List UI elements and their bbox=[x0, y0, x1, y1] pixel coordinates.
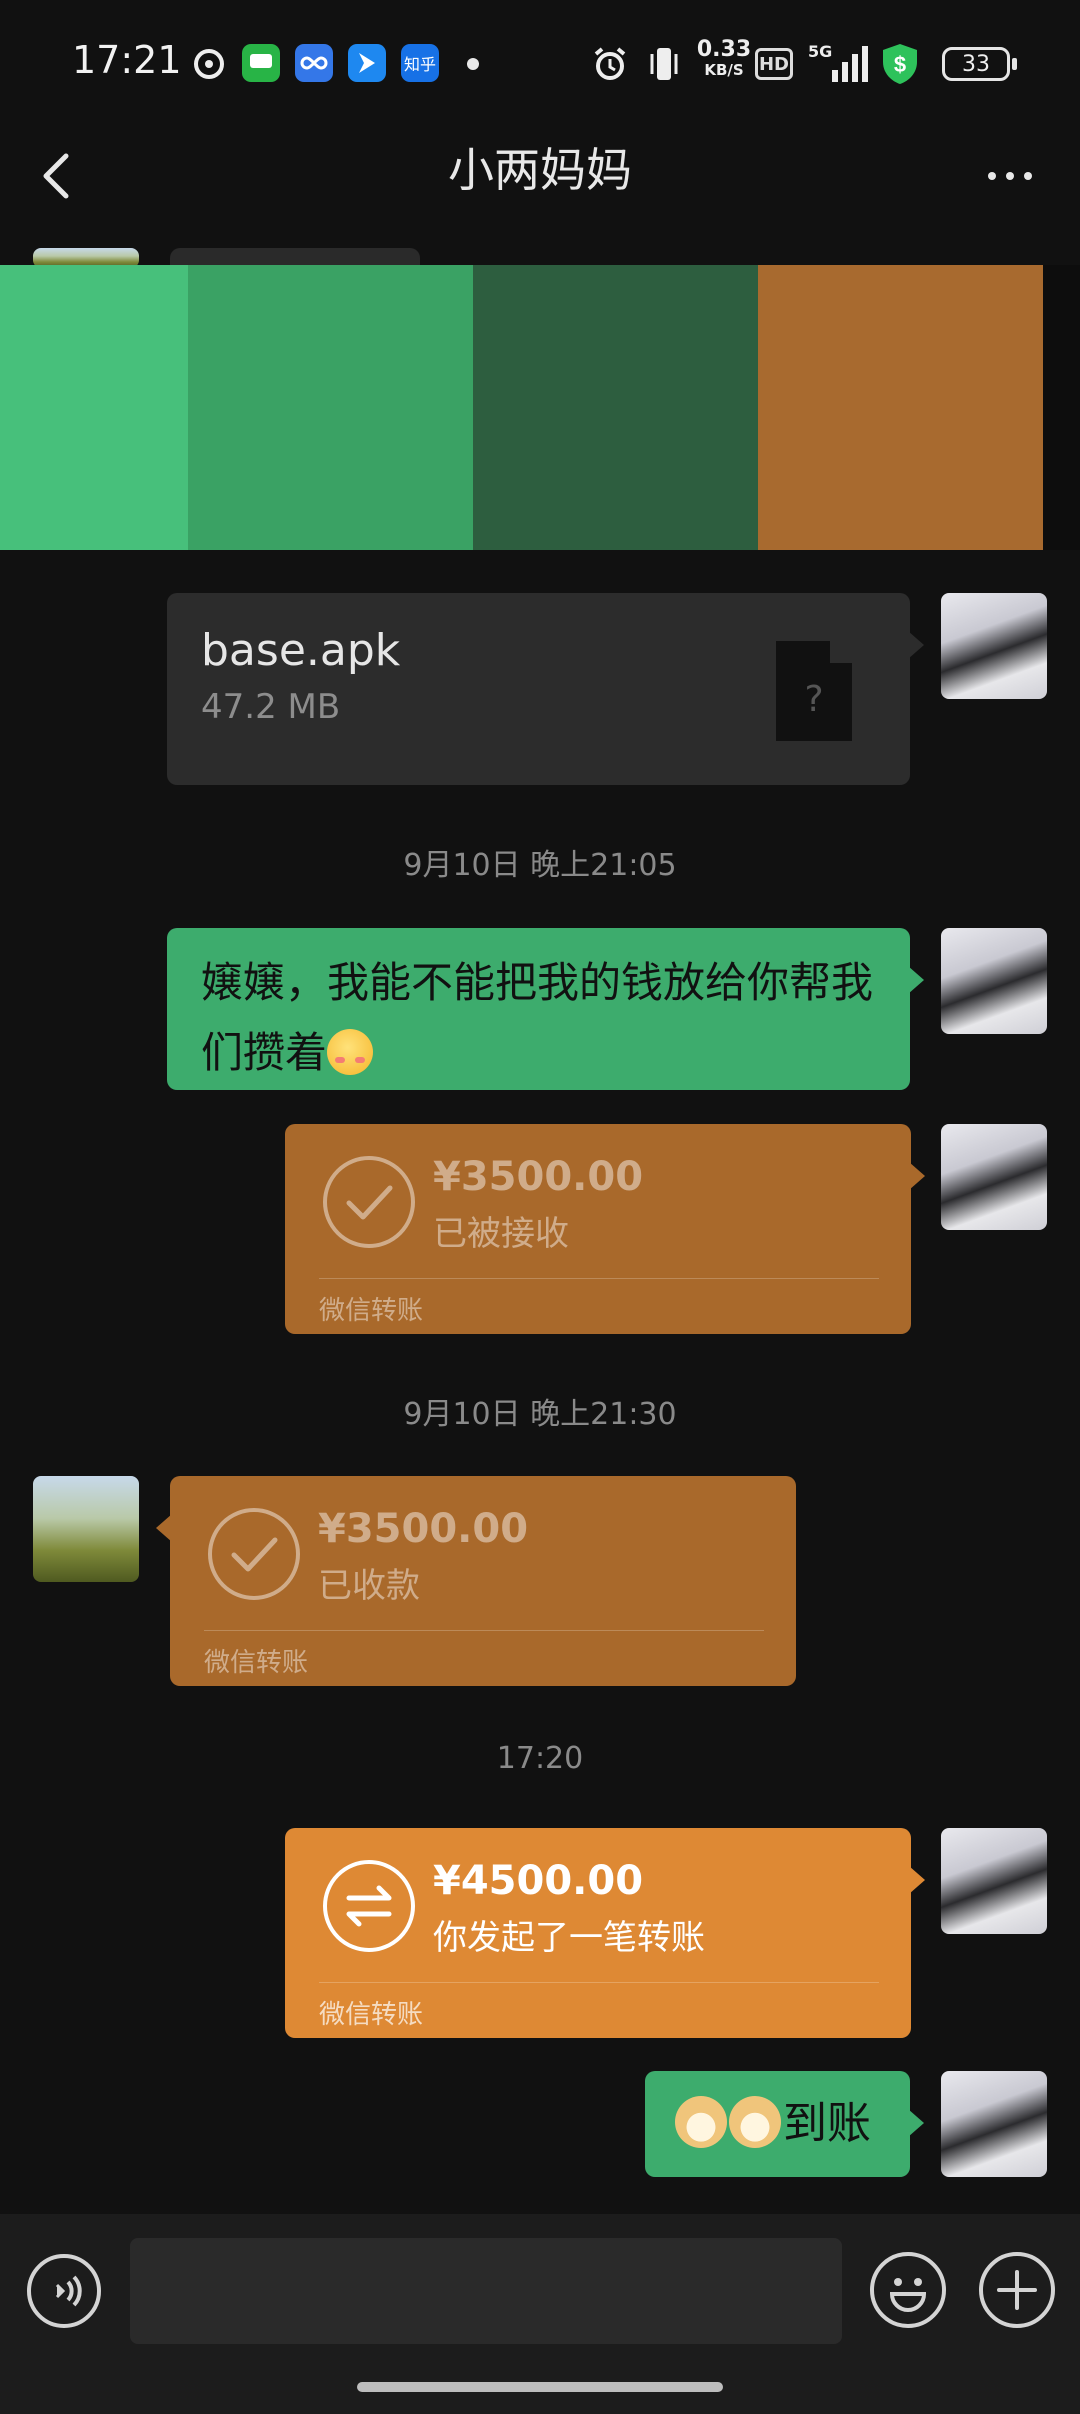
cat-emoji-icon bbox=[729, 2096, 781, 2148]
check-circle-icon bbox=[323, 1156, 415, 1248]
my-avatar[interactable] bbox=[941, 1828, 1047, 1934]
message-text: 到账 bbox=[783, 2098, 871, 2149]
message-timestamp: 9月10日 晚上21:30 bbox=[403, 1397, 677, 1432]
plus-icon bbox=[997, 2270, 1037, 2310]
image-segment bbox=[758, 265, 1043, 550]
transfer-amount: ¥3500.00 bbox=[433, 1154, 644, 1200]
notification-dot-icon bbox=[467, 58, 479, 70]
shield-dollar-icon: $ bbox=[880, 44, 920, 84]
more-functions-button[interactable] bbox=[979, 2252, 1055, 2328]
transfer-footer: 微信转账 bbox=[204, 1648, 309, 1678]
status-time: 17:21 bbox=[72, 38, 182, 82]
transfer-status: 你发起了一笔转账 bbox=[433, 1918, 705, 1958]
image-segment bbox=[1043, 265, 1080, 550]
zhihu-icon: 知乎 bbox=[401, 44, 439, 82]
chat-header: 小两妈妈 bbox=[0, 120, 1080, 240]
contact-avatar[interactable] bbox=[33, 1476, 139, 1582]
hd-icon: HD bbox=[755, 48, 793, 80]
text-message[interactable]: 嬢嬢，我能不能把我的钱放给你帮我们攒着 bbox=[167, 928, 924, 1090]
voice-icon bbox=[55, 2275, 82, 2307]
blushing-face-emoji-icon bbox=[327, 1029, 374, 1075]
text-message[interactable]: 到账 bbox=[645, 2071, 924, 2177]
transfer-message[interactable]: ¥3500.00 已收款 微信转账 bbox=[156, 1476, 796, 1686]
message-input[interactable] bbox=[130, 2238, 842, 2344]
my-avatar[interactable] bbox=[941, 928, 1047, 1034]
battery-icon: 33 bbox=[942, 47, 1017, 81]
home-indicator[interactable] bbox=[357, 2382, 723, 2392]
transfer-footer: 微信转账 bbox=[319, 1296, 424, 1326]
image-segment bbox=[473, 265, 758, 550]
message-timestamp: 9月10日 晚上21:05 bbox=[403, 848, 677, 883]
smiley-icon bbox=[889, 2278, 927, 2312]
vibrate-icon bbox=[646, 44, 682, 84]
dot-icon bbox=[1024, 172, 1032, 180]
my-avatar[interactable] bbox=[941, 593, 1047, 699]
netease-music-icon bbox=[190, 44, 228, 84]
chat-screen: 17:21 知乎 0.33 KB/S HD 5G $ 33 小两妈妈 base.… bbox=[0, 0, 1080, 2414]
message-text: 嬢嬢，我能不能把我的钱放给你帮我们攒着 bbox=[201, 958, 874, 1077]
unknown-file-icon: ? bbox=[776, 641, 852, 741]
transfer-status: 已收款 bbox=[318, 1566, 420, 1606]
divider bbox=[204, 1630, 764, 1631]
my-avatar[interactable] bbox=[941, 2071, 1047, 2177]
transfer-amount: ¥4500.00 bbox=[433, 1858, 644, 1904]
status-bar: 17:21 知乎 0.33 KB/S HD 5G $ 33 bbox=[0, 0, 1080, 120]
alarm-icon bbox=[590, 44, 630, 84]
more-options-button[interactable] bbox=[970, 136, 1050, 216]
infinity-app-icon bbox=[295, 44, 333, 82]
image-segment bbox=[0, 265, 188, 550]
network-speed-value: 0.33 bbox=[696, 37, 752, 62]
svg-text:$: $ bbox=[894, 52, 906, 77]
dot-icon bbox=[1006, 172, 1014, 180]
feishu-icon bbox=[348, 44, 386, 82]
transfer-message[interactable]: ¥4500.00 你发起了一笔转账 微信转账 bbox=[285, 1828, 925, 2038]
signal-label: 5G bbox=[808, 42, 833, 61]
transfer-status: 已被接收 bbox=[433, 1214, 569, 1254]
check-circle-icon bbox=[208, 1508, 300, 1600]
transfer-footer: 微信转账 bbox=[319, 2000, 424, 2030]
transfer-message[interactable]: ¥3500.00 已被接收 微信转账 bbox=[285, 1124, 925, 1334]
file-name: base.apk bbox=[201, 625, 401, 676]
signal-icon: 5G bbox=[808, 42, 868, 84]
transfer-arrows-icon bbox=[323, 1860, 415, 1952]
dot-icon bbox=[988, 172, 996, 180]
messages-icon bbox=[242, 44, 280, 82]
my-avatar[interactable] bbox=[941, 1124, 1047, 1230]
message-timestamp: 17:20 bbox=[496, 1741, 584, 1776]
image-segment bbox=[188, 265, 473, 550]
transfer-amount: ¥3500.00 bbox=[318, 1506, 529, 1552]
chat-title: 小两妈妈 bbox=[448, 143, 632, 197]
file-message[interactable]: base.apk 47.2 MB ? bbox=[167, 593, 924, 785]
image-message[interactable] bbox=[0, 265, 1080, 550]
voice-input-button[interactable] bbox=[27, 2254, 101, 2328]
cat-emoji-icon bbox=[675, 2096, 727, 2148]
network-speed-unit: KB/S bbox=[704, 61, 744, 79]
divider bbox=[319, 1278, 879, 1279]
network-speed: 0.33 KB/S bbox=[694, 37, 754, 80]
file-size: 47.2 MB bbox=[201, 687, 341, 727]
emoji-button[interactable] bbox=[870, 2252, 946, 2328]
divider bbox=[319, 1982, 879, 1983]
